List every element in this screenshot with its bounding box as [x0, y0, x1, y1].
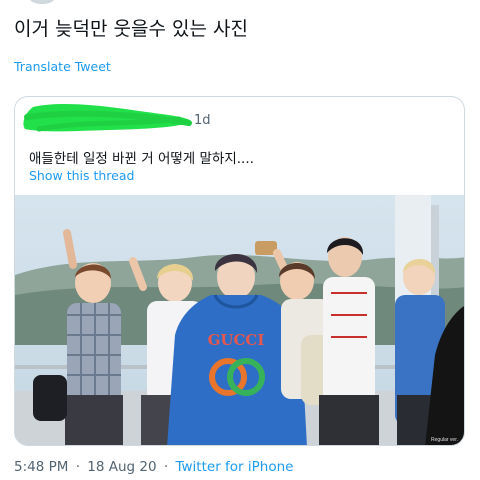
translate-tweet-link[interactable]: Translate Tweet — [14, 59, 111, 74]
tweet-time[interactable]: 5:48 PM — [14, 459, 68, 475]
show-thread-link[interactable]: Show this thread — [29, 168, 134, 183]
tweet-metadata: 5:48 PM · 18 Aug 20 · Twitter for iPhone — [14, 459, 293, 475]
photo-watermark: Regular ver. — [431, 437, 458, 443]
quoted-tweet-photo[interactable]: GUCCI Regular ver. — [15, 195, 464, 445]
previous-tweet-fragment — [30, 0, 54, 4]
quoted-tweet-text: 애들한테 일정 바뀐 거 어떻게 말하지.... — [29, 151, 254, 167]
quoted-tweet-age: 1d — [194, 113, 211, 128]
tweet-source-link[interactable]: Twitter for iPhone — [176, 459, 294, 475]
quoted-tweet-card[interactable]: 1d 애들한테 일정 바뀐 거 어떻게 말하지.... Show this th… — [14, 96, 465, 446]
tweet-text: 이거 늦덕만 웃을수 있는 사진 — [14, 18, 248, 40]
quoted-tweet-header: 1d — [15, 97, 464, 137]
meta-separator: · — [75, 459, 80, 475]
svg-text:GUCCI: GUCCI — [208, 331, 265, 349]
author-redaction-scribble — [23, 104, 192, 132]
tweet-date[interactable]: 18 Aug 20 — [87, 459, 156, 475]
group-photo-illustration: GUCCI — [15, 195, 464, 445]
meta-separator: · — [163, 459, 169, 475]
